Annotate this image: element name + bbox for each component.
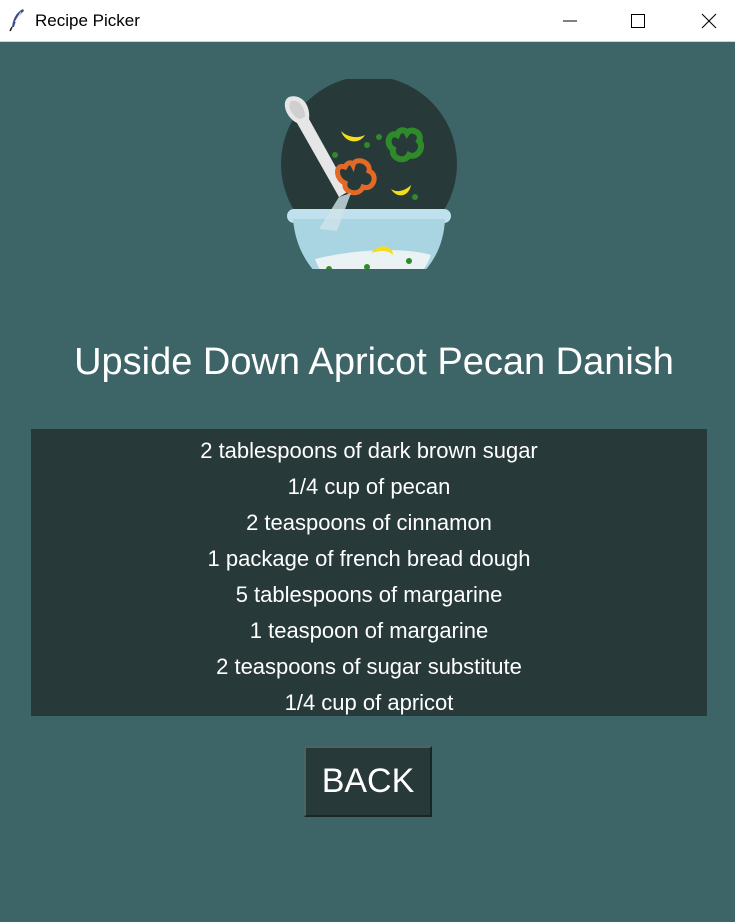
mixing-bowl-icon <box>281 79 457 269</box>
maximize-icon <box>631 13 645 28</box>
close-icon <box>701 13 717 28</box>
recipe-title: Upside Down Apricot Pecan Danish <box>74 341 674 383</box>
minimize-icon <box>563 20 577 21</box>
ingredient-item: 2 tablespoons of dark brown sugar <box>200 438 538 463</box>
ingredient-item: 1/4 cup of apricot <box>284 690 454 715</box>
ingredient-item: 2 teaspoons of cinnamon <box>246 510 492 535</box>
maximize-button[interactable] <box>615 0 661 41</box>
feather-icon <box>9 9 24 32</box>
ingredients-list: 2 tablespoons of dark brown sugar 1/4 cu… <box>31 429 707 716</box>
ingredient-item: 1/4 cup of pecan <box>287 474 451 499</box>
ingredient-item: 2 teaspoons of sugar substitute <box>216 654 522 679</box>
close-button[interactable] <box>686 0 732 41</box>
minimize-button[interactable] <box>547 0 593 41</box>
main-content: Upside Down Apricot Pecan Danish 2 table… <box>0 43 735 922</box>
ingredient-item: 1 package of french bread dough <box>207 546 531 571</box>
ingredient-item: 1 teaspoon of margarine <box>249 618 489 643</box>
back-button[interactable]: BACK <box>304 746 432 817</box>
ingredient-item: 5 tablespoons of margarine <box>235 582 503 607</box>
window-title: Recipe Picker <box>35 11 140 30</box>
window-titlebar: Recipe Picker <box>0 0 735 42</box>
